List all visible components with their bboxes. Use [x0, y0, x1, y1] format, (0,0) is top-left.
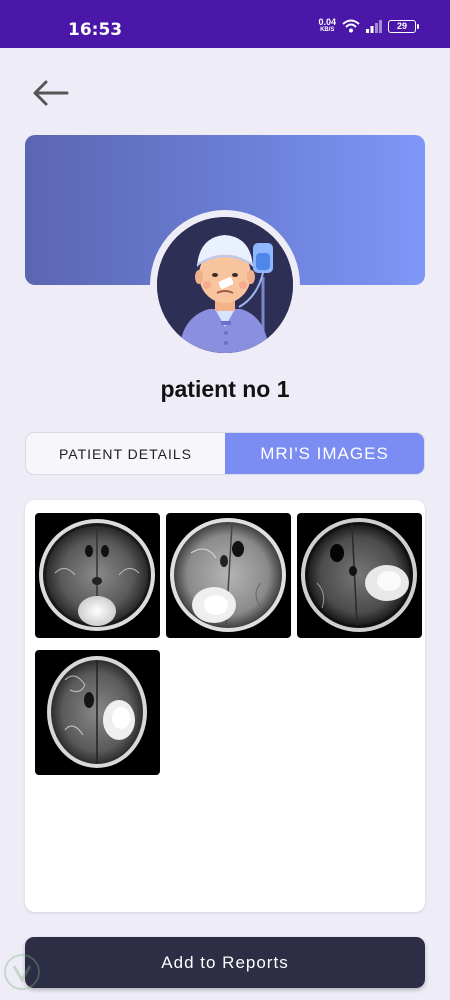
net-speed-unit: KB/S	[320, 27, 335, 33]
battery-icon: 29	[388, 19, 419, 33]
watermark-logo-icon	[2, 952, 42, 992]
mri-image-thumbnail[interactable]	[166, 513, 291, 638]
back-button[interactable]	[28, 74, 72, 112]
net-speed: 0.04 KB/S	[318, 18, 336, 34]
status-bar: 16:53 0.04 KB/S 29	[0, 0, 450, 48]
patient-avatar-icon	[157, 217, 293, 353]
status-icons: 0.04 KB/S 29	[318, 18, 419, 34]
tab-patient-details[interactable]: PATIENT DETAILS	[26, 433, 225, 474]
tab-mri-images[interactable]: MRI'S IMAGES	[225, 433, 424, 474]
signal-icon	[366, 19, 382, 33]
wifi-icon	[342, 19, 360, 33]
mri-image-thumbnail[interactable]	[35, 513, 160, 638]
mri-gallery	[25, 500, 425, 912]
tab-bar: PATIENT DETAILS MRI'S IMAGES	[25, 432, 425, 475]
status-time: 16:53	[68, 20, 123, 40]
net-speed-value: 0.04	[318, 17, 336, 27]
mri-image-thumbnail[interactable]	[297, 513, 422, 638]
avatar-ring	[150, 210, 300, 360]
patient-name: patient no 1	[160, 376, 290, 402]
add-to-reports-button[interactable]: Add to Reports	[25, 937, 425, 988]
mri-image-thumbnail[interactable]	[35, 650, 160, 775]
arrow-left-icon	[33, 80, 69, 106]
